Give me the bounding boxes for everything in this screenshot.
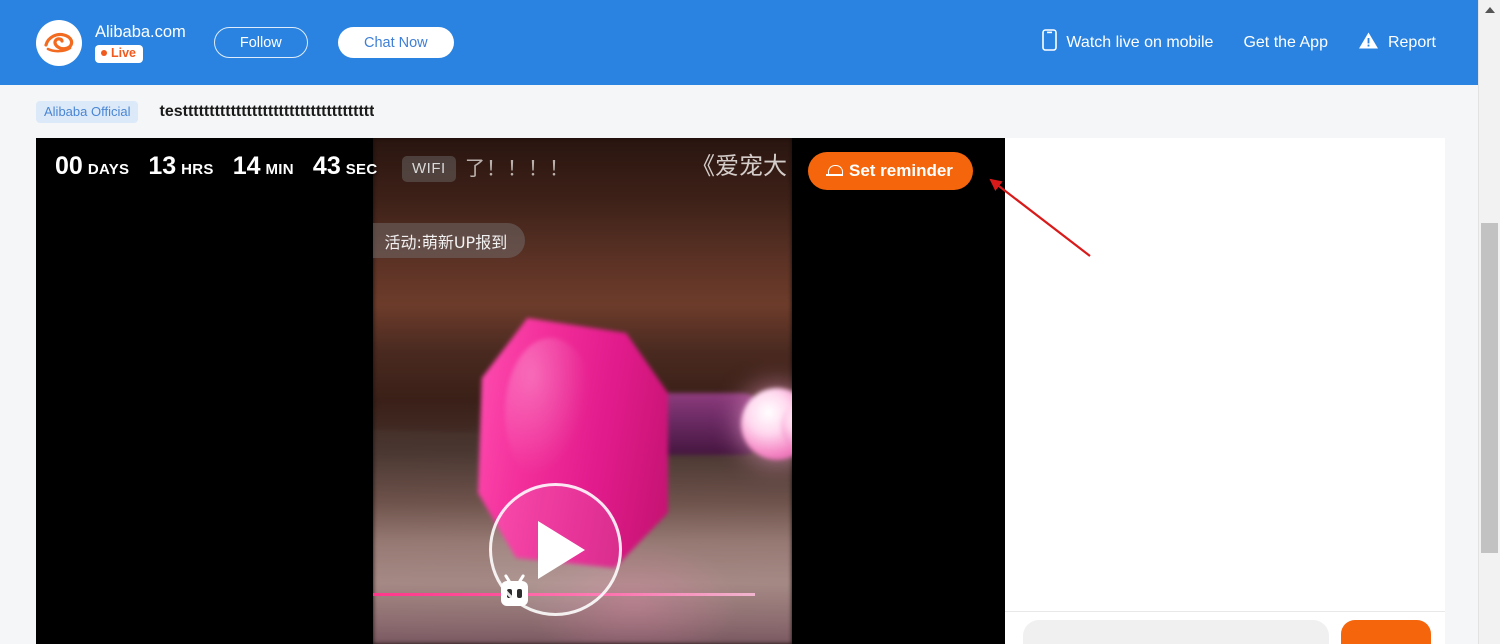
countdown-seconds-unit: SEC (345, 161, 378, 178)
stream-title-row: Alibaba Official testttttttttttttttttttt… (0, 85, 1478, 138)
report-link[interactable]: Report (1358, 31, 1436, 55)
live-dot-icon (101, 50, 107, 56)
chat-message-input[interactable] (1023, 620, 1329, 644)
bell-icon (826, 164, 843, 178)
follow-button[interactable]: Follow (213, 27, 308, 58)
brand-block: Alibaba.com Live (95, 23, 186, 63)
chat-now-button-label: Chat Now (363, 34, 428, 51)
get-the-app-link[interactable]: Get the App (1243, 34, 1328, 52)
overlay-video-title: 《爱宠大 (691, 152, 787, 180)
mobile-phone-icon (1042, 29, 1058, 56)
header-nav-group: Watch live on mobile Get the App Report (1042, 0, 1436, 85)
countdown-minutes-unit: MIN (265, 161, 294, 178)
overlay-exclamations: 了！！！！ (465, 156, 570, 180)
scrollbar-thumb[interactable] (1481, 223, 1498, 553)
live-badge-label: Live (111, 45, 137, 60)
browser-page: Alibaba.com Live Follow Chat Now Watch l… (0, 0, 1500, 644)
watch-live-on-mobile-link[interactable]: Watch live on mobile (1042, 29, 1213, 56)
chat-input-row (1005, 612, 1445, 644)
countdown-hours-unit: HRS (181, 161, 214, 178)
header-left-group: Alibaba.com Live Follow Chat Now (0, 19, 454, 66)
set-reminder-button[interactable]: Set reminder (808, 152, 973, 190)
report-label: Report (1387, 33, 1436, 51)
countdown-days-unit: DAYS (87, 161, 130, 178)
activity-pill-label: 活动:萌新UP报到 (384, 232, 508, 252)
chat-now-button[interactable]: Chat Now (337, 27, 454, 58)
chat-send-button[interactable] (1341, 620, 1431, 644)
watch-live-on-mobile-label: Watch live on mobile (1066, 33, 1214, 51)
activity-pill: ⚑ 活动:萌新UP报到 (373, 223, 526, 258)
chat-panel (1005, 138, 1445, 611)
countdown-seconds-value: 43 (312, 152, 341, 180)
video-player[interactable]: WIFI 了！！！！ 《爱宠大 ⚑ 活动:萌新UP报到 (36, 138, 1005, 644)
wifi-status-label: WIFI (402, 156, 456, 182)
stream-title: testttttttttttttttttttttttttttttttttttt (159, 102, 375, 120)
official-badge: Alibaba Official (36, 100, 139, 123)
get-the-app-label: Get the App (1243, 33, 1328, 51)
play-triangle-icon (538, 520, 585, 579)
countdown-minutes-value: 14 (232, 152, 261, 180)
page-content: Alibaba.com Live Follow Chat Now Watch l… (0, 0, 1478, 644)
countdown-days-value: 00 (55, 152, 83, 180)
live-badge: Live (95, 44, 144, 63)
play-button[interactable] (489, 483, 622, 616)
scroll-up-button[interactable] (1479, 0, 1500, 20)
vertical-scrollbar[interactable] (1478, 0, 1500, 644)
live-header-bar: Alibaba.com Live Follow Chat Now Watch l… (0, 0, 1478, 85)
follow-button-label: Follow (239, 34, 282, 51)
countdown-timer: 00 DAYS 13 HRS 14 MIN 43 SEC (55, 153, 377, 183)
pink-flag-icon: ⚑ (373, 233, 375, 248)
alibaba-logo-icon (36, 19, 82, 66)
set-reminder-label: Set reminder (849, 161, 953, 180)
brand-name: Alibaba.com (95, 22, 186, 41)
countdown-hours-value: 13 (148, 152, 177, 180)
scrollbar-track[interactable] (1479, 20, 1500, 223)
caret-up-icon (1484, 7, 1495, 13)
warning-triangle-icon (1358, 31, 1379, 55)
